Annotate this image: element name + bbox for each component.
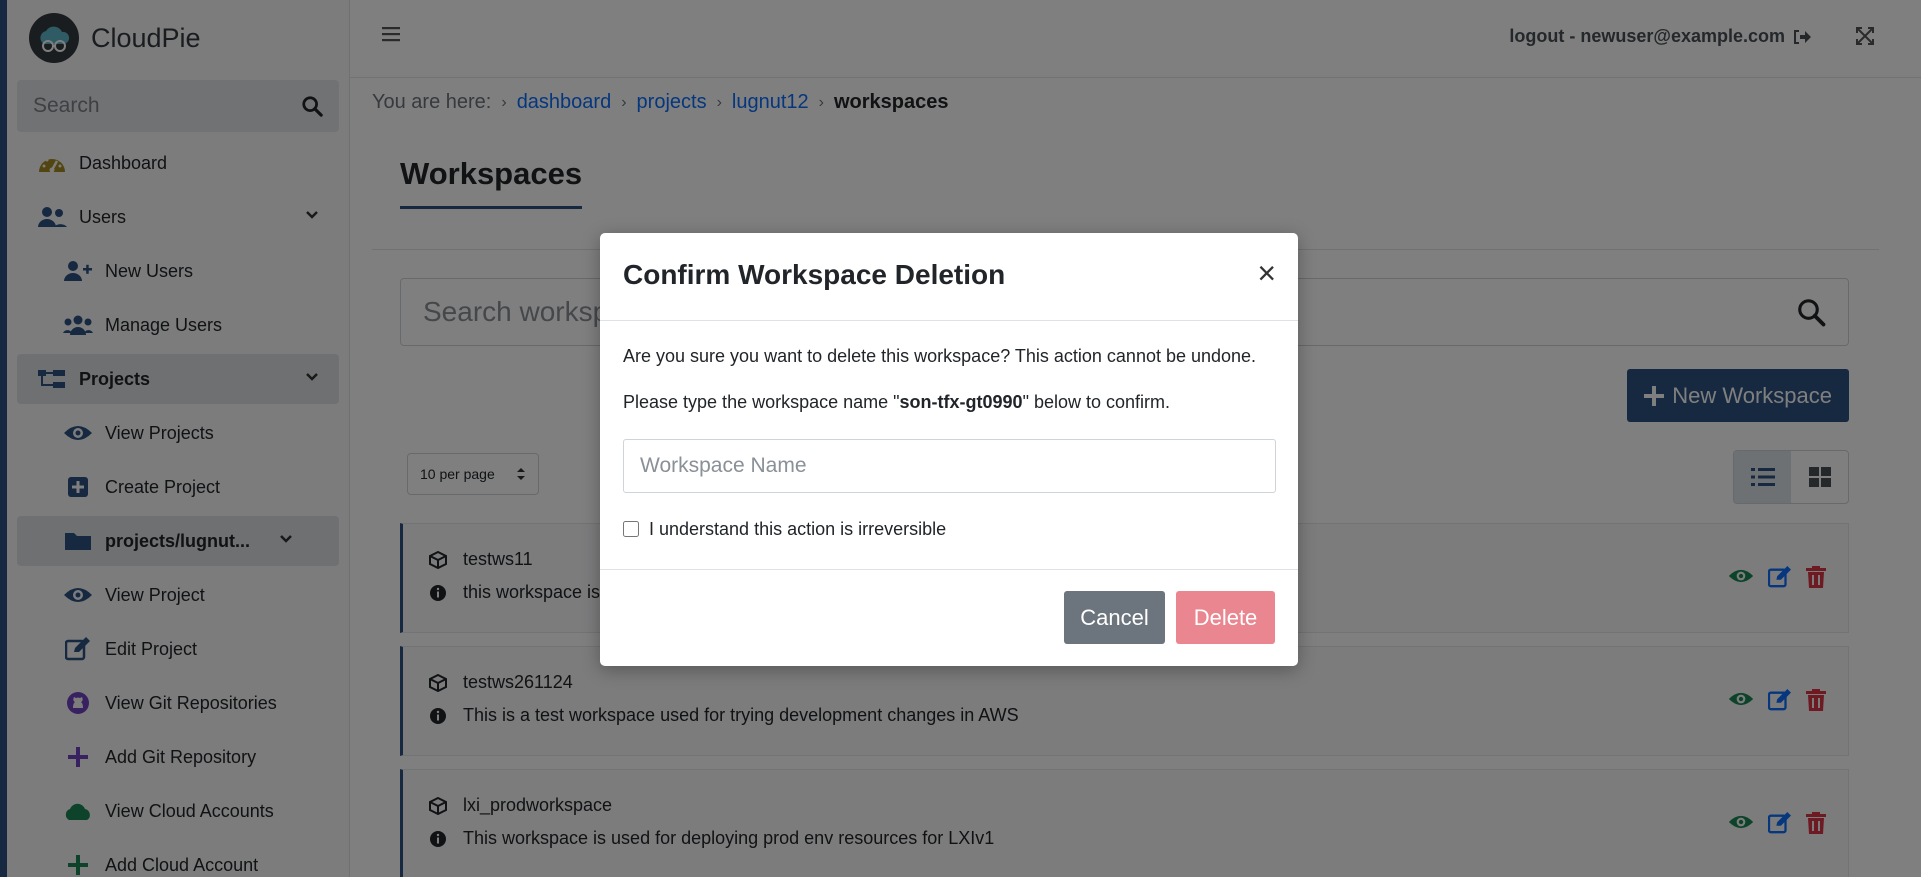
modal-body: Are you sure you want to delete this wor…: [600, 321, 1298, 540]
modal-footer: Cancel Delete: [600, 569, 1298, 666]
modal-header: Confirm Workspace Deletion ×: [600, 233, 1298, 321]
modal-instruction: Please type the workspace name "son-tfx-…: [623, 391, 1275, 413]
instruction-suffix: " below to confirm.: [1022, 391, 1171, 412]
irreversible-confirm[interactable]: I understand this action is irreversible: [623, 519, 1275, 540]
delete-button[interactable]: Delete: [1176, 591, 1275, 644]
confirm-delete-modal: Confirm Workspace Deletion × Are you sur…: [600, 233, 1298, 666]
workspace-name-to-type: son-tfx-gt0990: [899, 391, 1023, 412]
cancel-button[interactable]: Cancel: [1064, 591, 1165, 644]
modal-warning: Are you sure you want to delete this wor…: [623, 346, 1257, 366]
instruction-prefix: Please type the workspace name ": [623, 391, 900, 412]
modal-title: Confirm Workspace Deletion: [623, 259, 1006, 290]
irreversible-checkbox-label: I understand this action is irreversible: [649, 518, 947, 539]
irreversible-checkbox[interactable]: [623, 521, 639, 538]
workspace-name-input[interactable]: [623, 438, 1276, 493]
close-icon[interactable]: ×: [1257, 257, 1276, 289]
